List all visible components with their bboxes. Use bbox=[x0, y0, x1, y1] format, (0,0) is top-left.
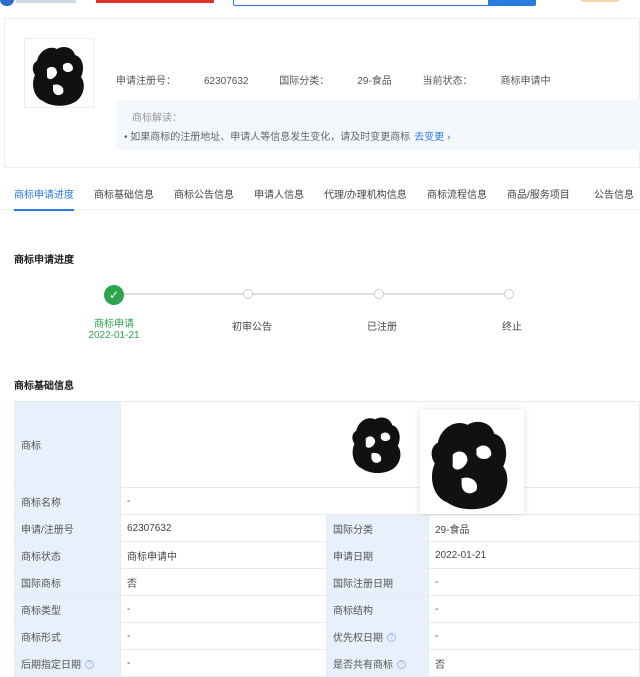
trademark-meta: 申请注册号： 62307632 国际分类： 29-食品 当前状态： 商标申请中 bbox=[116, 72, 579, 87]
regno-label: 申请/注册号 bbox=[14, 514, 121, 542]
top-navigation-bar bbox=[0, 0, 640, 10]
trademark-label: 商标 bbox=[14, 401, 121, 488]
tab-process[interactable]: 商标流程信息 bbox=[427, 186, 487, 201]
status-value-cell: 商标申请中 bbox=[120, 541, 327, 569]
class-value-cell: 29-食品 bbox=[428, 514, 640, 542]
table-row: 后期指定日期? - 是否共有商标? 否 bbox=[14, 649, 640, 677]
progress-track bbox=[114, 293, 510, 295]
help-icon[interactable]: ? bbox=[85, 660, 94, 670]
struct-label: 商标结构 bbox=[326, 595, 429, 623]
shared-label-cell: 是否共有商标? bbox=[326, 649, 429, 677]
intl-value: 否 bbox=[120, 568, 327, 596]
check-icon: ✓ bbox=[104, 285, 124, 305]
name-value: - bbox=[120, 487, 640, 515]
trademark-image-small[interactable] bbox=[344, 410, 412, 476]
priority-label-cell: 优先权日期? bbox=[326, 622, 429, 650]
step-dot-4 bbox=[504, 289, 514, 299]
later-label: 后期指定日期 bbox=[21, 659, 81, 671]
basic-section-title: 商标基础信息 bbox=[14, 381, 74, 392]
form-value: - bbox=[120, 622, 327, 650]
site-logo[interactable] bbox=[0, 0, 14, 6]
step-dot-2 bbox=[243, 289, 253, 299]
tab-basic-info[interactable]: 商标基础信息 bbox=[94, 186, 154, 201]
tab-applicant[interactable]: 申请人信息 bbox=[254, 186, 304, 201]
later-label-cell: 后期指定日期? bbox=[14, 649, 121, 677]
trademark-notice: 商标解读： • 如果商标的注册地址、申请人等信息发生变化，请及时变更商标 去变更 … bbox=[116, 100, 640, 150]
search-button[interactable] bbox=[488, 0, 536, 6]
status-label: 当前状态： bbox=[422, 76, 473, 87]
table-row: 申请/注册号 62307632 国际分类 29-食品 bbox=[14, 514, 640, 542]
site-logo-text bbox=[16, 0, 76, 3]
help-icon[interactable]: ? bbox=[397, 660, 406, 670]
apply-date-value: 2022-01-21 bbox=[428, 541, 640, 569]
class-value: 29-食品 bbox=[357, 76, 392, 87]
struct-value: - bbox=[428, 595, 640, 623]
step-label-1: 商标申请 bbox=[94, 319, 134, 330]
step-label-4: 终止 bbox=[502, 322, 522, 333]
step-label-2: 初审公告 bbox=[232, 322, 272, 333]
trademark-image-zoom bbox=[420, 410, 524, 514]
shared-label: 是否共有商标 bbox=[333, 659, 393, 671]
reg-no-label: 申请注册号： bbox=[116, 76, 176, 87]
shared-value: 否 bbox=[428, 649, 640, 677]
trademark-image bbox=[431, 421, 508, 510]
priority-label: 优先权日期 bbox=[333, 632, 383, 644]
apply-date-label: 申请日期 bbox=[326, 541, 429, 569]
table-row: 商标形式 - 优先权日期? - bbox=[14, 622, 640, 650]
tab-progress[interactable]: 商标申请进度 bbox=[14, 186, 74, 211]
trademark-image bbox=[32, 47, 84, 106]
type-label: 商标类型 bbox=[14, 595, 121, 623]
vip-badge[interactable] bbox=[580, 0, 620, 2]
table-row: 商标名称 - bbox=[14, 487, 640, 515]
status-label-cell: 商标状态 bbox=[14, 541, 121, 569]
regno-value: 62307632 bbox=[120, 514, 327, 542]
detail-tabs: 商标申请进度 商标基础信息 商标公告信息 申请人信息 代理/办理机构信息 商标流… bbox=[0, 178, 640, 211]
type-value: - bbox=[120, 595, 327, 623]
table-row: 商标类型 - 商标结构 - bbox=[14, 595, 640, 623]
help-icon[interactable]: ? bbox=[387, 633, 396, 643]
name-label: 商标名称 bbox=[14, 487, 121, 515]
step-date-1: 2022-01-21 bbox=[88, 330, 140, 341]
reg-no-value: 62307632 bbox=[204, 76, 249, 87]
class-label-cell: 国际分类 bbox=[326, 514, 429, 542]
class-label: 国际分类： bbox=[279, 76, 330, 87]
notice-body: • 如果商标的注册地址、申请人等信息发生变化，请及时变更商标 去变更 › bbox=[124, 128, 450, 143]
step-dot-3 bbox=[374, 289, 384, 299]
step-label-3: 已注册 bbox=[367, 322, 397, 333]
tab-agency[interactable]: 代理/办理机构信息 bbox=[324, 186, 407, 201]
notice-text: 如果商标的注册地址、申请人等信息发生变化，请及时变更商标 bbox=[130, 132, 411, 143]
trademark-thumbnail[interactable] bbox=[24, 38, 94, 108]
intl-date-label: 国际注册日期 bbox=[326, 568, 429, 596]
table-row: 国际商标 否 国际注册日期 - bbox=[14, 568, 640, 596]
tab-goods-services[interactable]: 商品/服务项目 bbox=[507, 186, 570, 201]
notice-title: 商标解读： bbox=[132, 113, 182, 124]
tab-notices[interactable]: 公告信息 bbox=[594, 186, 634, 201]
basic-info-table: 商标 商标名称 - 申请/注册号 62307632 国际分类 29-食品 商标状… bbox=[14, 401, 640, 677]
status-value: 商标申请中 bbox=[500, 76, 551, 87]
search-input[interactable] bbox=[233, 0, 491, 6]
intl-date-value: - bbox=[428, 568, 640, 596]
table-row: 商标状态 商标申请中 申请日期 2022-01-21 bbox=[14, 541, 640, 569]
intl-label: 国际商标 bbox=[14, 568, 121, 596]
table-row: 商标 bbox=[14, 401, 640, 488]
tab-announcement[interactable]: 商标公告信息 bbox=[174, 186, 234, 201]
change-link[interactable]: 去变更 › bbox=[414, 132, 450, 143]
form-label: 商标形式 bbox=[14, 622, 121, 650]
trademark-image bbox=[352, 417, 401, 473]
promo-banner[interactable] bbox=[96, 0, 214, 3]
progress-section-title: 商标申请进度 bbox=[14, 255, 74, 266]
later-value: - bbox=[120, 649, 327, 677]
priority-value: - bbox=[428, 622, 640, 650]
